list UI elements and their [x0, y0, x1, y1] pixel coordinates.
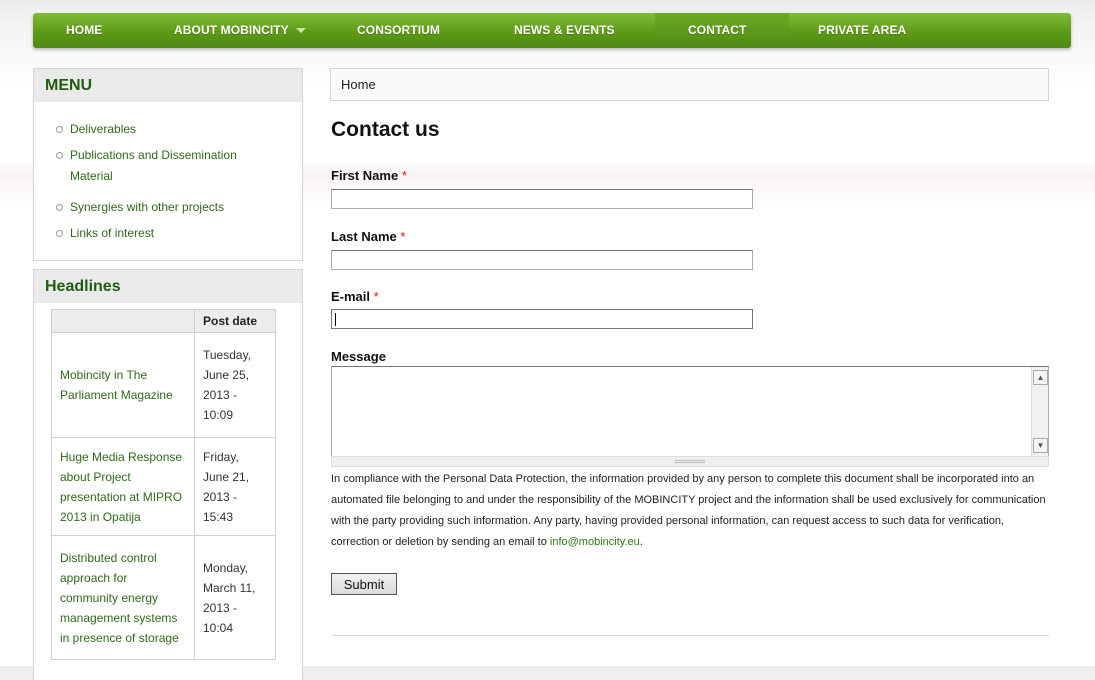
- message-textarea[interactable]: ▲ ▼: [331, 366, 1049, 457]
- nav-item-consortium[interactable]: CONSORTIUM: [357, 13, 440, 48]
- message-label: Message: [331, 349, 386, 364]
- menu-block: MENU Deliverables Publications and Disse…: [33, 68, 303, 261]
- chevron-down-icon: [295, 28, 306, 34]
- nav-item-about[interactable]: ABOUT MOBINCITY: [174, 13, 306, 48]
- divider: [331, 635, 1049, 636]
- last-name-label: Last Name *: [331, 229, 406, 244]
- required-marker: *: [373, 289, 379, 304]
- headlines-title: Headlines: [34, 270, 302, 303]
- menu-title: MENU: [34, 69, 302, 102]
- headline-date: Tuesday, June 25, 2013 - 10:09: [194, 332, 276, 438]
- nav-item-private-area[interactable]: PRIVATE AREA: [818, 13, 906, 48]
- nav-item-news-events[interactable]: NEWS & EVENTS: [514, 13, 615, 48]
- bullet-icon: [56, 204, 63, 211]
- table-header-row: Post date: [51, 309, 276, 333]
- headlines-table: Post date Mobincity in The Parliament Ma…: [51, 309, 276, 660]
- textarea-scrollbar[interactable]: ▲ ▼: [1031, 367, 1048, 456]
- headline-date: Monday, March 11, 2013 - 10:04: [194, 535, 276, 660]
- bullet-icon: [56, 126, 63, 133]
- headline-link[interactable]: Huge Media Response about Project presen…: [51, 437, 195, 536]
- first-name-field[interactable]: [331, 189, 753, 209]
- headline-link[interactable]: Mobincity in The Parliament Magazine: [51, 332, 195, 438]
- required-marker: *: [401, 168, 407, 183]
- submit-button[interactable]: Submit: [331, 573, 397, 595]
- column-header-title: [51, 309, 195, 333]
- headline-date: Friday, June 21, 2013 - 15:43: [194, 437, 276, 536]
- email-label: E-mail *: [331, 289, 379, 304]
- scroll-up-icon[interactable]: ▲: [1033, 370, 1048, 385]
- breadcrumb: Home: [330, 68, 1049, 101]
- table-row: Mobincity in The Parliament Magazine Tue…: [51, 332, 276, 438]
- main-nav: HOME ABOUT MOBINCITY CONSORTIUM NEWS & E…: [33, 13, 1071, 48]
- last-name-field[interactable]: [331, 250, 753, 270]
- textarea-resize-handle[interactable]: [331, 456, 1049, 467]
- nav-item-contact[interactable]: CONTACT: [688, 13, 746, 48]
- first-name-label: First Name *: [331, 168, 407, 183]
- headline-link[interactable]: Distributed control approach for communi…: [51, 535, 195, 660]
- headlines-block: Headlines Post date Mobincity in The Par…: [33, 269, 303, 680]
- scroll-down-icon[interactable]: ▼: [1033, 438, 1048, 453]
- bullet-icon: [56, 152, 63, 159]
- privacy-notice: In compliance with the Personal Data Pro…: [331, 473, 1046, 548]
- breadcrumb-home-link[interactable]: Home: [331, 77, 376, 92]
- email-field[interactable]: [331, 309, 753, 329]
- table-row: Huge Media Response about Project presen…: [51, 437, 276, 536]
- grip-icon: [675, 460, 705, 463]
- page-title: Contact us: [331, 118, 440, 141]
- nav-item-home[interactable]: HOME: [66, 13, 102, 48]
- column-header-post-date: Post date: [194, 309, 276, 333]
- table-row: Distributed control approach for communi…: [51, 535, 276, 660]
- notice-email-link[interactable]: info@mobincity.eu: [550, 536, 640, 548]
- bullet-icon: [56, 230, 63, 237]
- text-cursor: [335, 313, 336, 326]
- required-marker: *: [400, 229, 406, 244]
